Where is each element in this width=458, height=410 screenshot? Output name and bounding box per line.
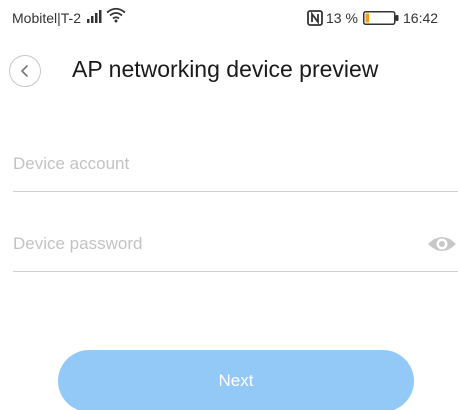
device-password-field bbox=[13, 216, 458, 272]
signal-icon bbox=[87, 10, 102, 23]
battery-percent: 13 % bbox=[326, 10, 358, 26]
eye-icon[interactable] bbox=[426, 232, 458, 256]
next-button[interactable]: Next bbox=[58, 350, 414, 410]
device-account-input[interactable] bbox=[13, 136, 413, 191]
device-password-input[interactable] bbox=[13, 216, 413, 271]
page-title: AP networking device preview bbox=[72, 56, 379, 82]
screen: Mobitel|T-2 13 % 16:42 AP networking dev… bbox=[0, 0, 458, 410]
clock: 16:42 bbox=[403, 10, 439, 26]
battery-icon bbox=[363, 11, 399, 25]
back-button[interactable] bbox=[9, 55, 41, 87]
chevron-left-icon bbox=[21, 65, 28, 77]
status-bar: Mobitel|T-2 13 % 16:42 bbox=[0, 0, 458, 36]
nfc-icon bbox=[307, 10, 323, 26]
wifi-icon bbox=[106, 7, 126, 23]
carrier-name: Mobitel|T-2 bbox=[12, 10, 81, 26]
device-account-field bbox=[13, 136, 458, 192]
